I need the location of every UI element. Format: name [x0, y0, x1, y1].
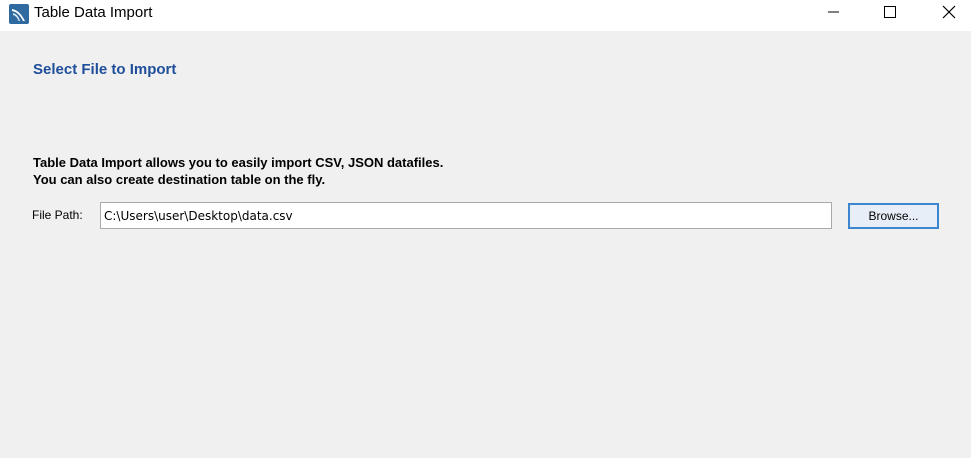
description-line-1: Table Data Import allows you to easily i…	[33, 155, 444, 170]
table-data-import-window: Table Data Import Select File to Import …	[0, 0, 971, 458]
mysql-workbench-dolphin-icon	[9, 4, 29, 24]
window-title: Table Data Import	[34, 4, 153, 21]
close-icon	[942, 5, 956, 19]
description-line-2: You can also create destination table on…	[33, 172, 326, 187]
minimize-icon	[828, 11, 839, 13]
close-button[interactable]	[925, 0, 971, 31]
file-path-input[interactable]	[100, 202, 832, 229]
maximize-icon	[884, 6, 896, 18]
title-bar[interactable]: Table Data Import	[0, 0, 971, 31]
browse-button[interactable]: Browse...	[848, 203, 939, 229]
description: Table Data Import allows you to easily i…	[33, 154, 443, 188]
maximize-button[interactable]	[866, 0, 912, 31]
file-path-label: File Path:	[32, 208, 83, 222]
minimize-button[interactable]	[810, 0, 856, 31]
page-title: Select File to Import	[33, 61, 177, 78]
